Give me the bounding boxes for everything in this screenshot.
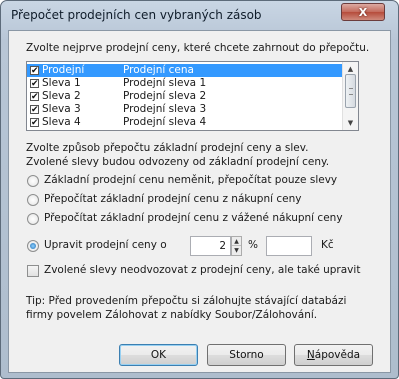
radio-keep-base-price[interactable] (27, 175, 39, 187)
check-mark-icon: ✔ (31, 79, 39, 89)
radio-adjust-prices-label[interactable]: Upravit prodejní ceny o (44, 239, 167, 251)
row-checkbox[interactable]: ✔ (30, 66, 39, 76)
check-mark-icon: ✔ (31, 66, 39, 76)
spin-down-icon[interactable]: ▼ (232, 246, 241, 255)
price-description: Prodejní sleva 2 (123, 90, 207, 102)
scroll-up-icon[interactable]: ▲ (345, 64, 356, 74)
row-checkbox[interactable]: ✔ (30, 105, 39, 115)
price-list-row[interactable]: ✔ Sleva 4 Prodejní sleva 4 (27, 116, 343, 129)
price-name: Sleva 3 (42, 103, 81, 115)
price-list-row[interactable]: ✔ Sleva 1 Prodejní sleva 1 (27, 77, 343, 90)
row-checkbox[interactable]: ✔ (30, 79, 39, 89)
price-list-row[interactable]: ✔ Sleva 3 Prodejní sleva 3 (27, 103, 343, 116)
percent-unit: % (248, 239, 258, 251)
method-instruction-line1: Zvolte způsob přepočtu základní prodejní… (26, 142, 309, 154)
price-list-row[interactable]: ✔ Prodejní Prodejní cena (27, 64, 343, 77)
price-description: Prodejní sleva 4 (123, 116, 207, 128)
radio-adjust-prices[interactable] (27, 240, 39, 252)
currency-unit: Kč (321, 239, 334, 251)
title-bar[interactable]: Přepočet prodejních cen vybraných zásob … (1, 1, 398, 29)
list-scrollbar[interactable]: ▲ ▼ (342, 62, 358, 130)
radio-keep-base-price-label[interactable]: Základní prodejní cenu neměnit, přepočít… (44, 174, 337, 186)
price-name: Sleva 1 (42, 77, 81, 89)
check-mark-icon: ✔ (31, 118, 39, 128)
price-list-row[interactable]: ✔ Sleva 2 Prodejní sleva 2 (27, 90, 343, 103)
price-description: Prodejní sleva 1 (123, 77, 207, 89)
price-name: Sleva 4 (42, 116, 81, 128)
radio-from-purchase-price-label[interactable]: Přepočítat základní prodejní cenu z náku… (44, 193, 301, 205)
window-title: Přepočet prodejních cen vybraných zásob (11, 8, 262, 22)
help-label: ápověda (314, 349, 361, 361)
price-description: Prodejní sleva 3 (123, 103, 207, 115)
check-mark-icon: ✔ (31, 105, 39, 115)
check-mark-icon: ✔ (31, 92, 39, 102)
percent-spinner[interactable]: ▲ ▼ (231, 236, 242, 256)
percent-input[interactable]: 2 (190, 236, 231, 256)
price-description: Prodejní cena (123, 64, 194, 76)
radio-from-weighted-price[interactable] (27, 213, 39, 225)
row-checkbox[interactable]: ✔ (30, 92, 39, 102)
price-list[interactable]: ✔ Prodejní Prodejní cena ✔ Sleva 1 Prode… (26, 61, 359, 131)
row-checkbox[interactable]: ✔ (30, 118, 39, 128)
close-button[interactable]: X (341, 3, 385, 21)
help-button[interactable]: Nápověda (294, 344, 373, 366)
radio-from-weighted-price-label[interactable]: Přepočítat základní prodejní cenu z váže… (44, 212, 343, 224)
cancel-button[interactable]: Storno (207, 344, 286, 366)
close-icon: X (358, 5, 368, 19)
amount-input[interactable] (266, 236, 312, 256)
independent-discounts-checkbox[interactable] (27, 265, 39, 277)
dialog-window: Přepočet prodejních cen vybraných zásob … (0, 0, 399, 379)
scroll-thumb[interactable] (345, 74, 356, 108)
spin-up-icon[interactable]: ▲ (232, 237, 241, 246)
radio-from-purchase-price[interactable] (27, 194, 39, 206)
scroll-down-icon[interactable]: ▼ (345, 118, 356, 128)
method-instruction-line2: Zvolené slevy budou odvozeny od základní… (26, 156, 330, 168)
independent-discounts-label[interactable]: Zvolené slevy neodvozovat z prodejní cen… (44, 264, 360, 276)
tip-line1: Tip: Před provedením přepočtu si zálohuj… (26, 295, 347, 307)
intro-text: Zvolte nejprve prodejní ceny, které chce… (26, 42, 370, 54)
price-name: Prodejní (42, 64, 85, 76)
price-name: Sleva 2 (42, 90, 81, 102)
dialog-content: Zvolte nejprve prodejní ceny, které chce… (8, 30, 391, 373)
help-mnemonic: N (306, 349, 315, 361)
ok-button[interactable]: OK (119, 344, 198, 366)
tip-line2: firmy povelem Zálohovat z nabídky Soubor… (26, 309, 318, 321)
